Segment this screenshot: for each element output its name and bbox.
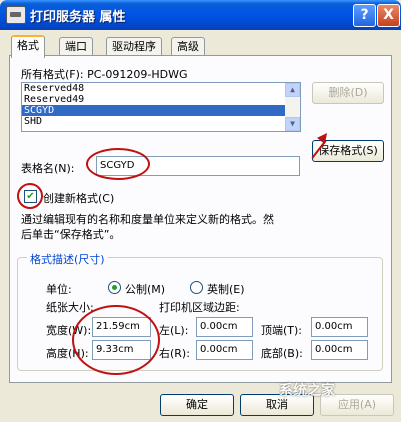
watermark-logo: 系统之家	[279, 383, 335, 399]
metric-label: 公制(M)	[125, 283, 166, 296]
english-radio[interactable]	[190, 281, 203, 294]
top-input[interactable]: 0.00cm	[311, 317, 368, 337]
tab-drivers[interactable]: 驱动程序	[106, 37, 162, 56]
left-label: 左(L):	[159, 324, 189, 337]
metric-radio[interactable]	[108, 281, 121, 294]
window-title: 打印服务器 属性	[30, 10, 126, 25]
description-line-1: 通过编辑现有的名称和度量单位来定义新的格式。然	[21, 213, 274, 226]
list-item[interactable]: Reserved48	[22, 83, 300, 94]
list-scrollbar[interactable]: ▲ ▼	[285, 83, 300, 131]
ok-button[interactable]: 确定	[160, 394, 234, 416]
bottom-label: 底部(B):	[261, 347, 303, 360]
annotation-circle-checkbox	[17, 183, 43, 209]
group-label: 格式描述(尺寸)	[27, 251, 108, 267]
annotation-circle-size	[72, 305, 160, 375]
top-label: 顶端(T):	[261, 324, 303, 337]
form-name-label: 表格名(N):	[21, 162, 75, 175]
right-input[interactable]: 0.00cm	[196, 340, 253, 360]
tab-advanced[interactable]: 高级	[171, 37, 205, 56]
list-item-selected[interactable]: SCGYD	[22, 105, 300, 116]
description-line-2: 后单击“保存格式”。	[21, 228, 121, 241]
title-bar: 打印服务器 属性 ? X	[0, 0, 401, 30]
formats-list-label: 所有格式(F): PC-091209-HDWG	[21, 68, 188, 81]
scroll-down-icon[interactable]: ▼	[285, 117, 300, 131]
unit-label: 单位:	[46, 283, 72, 296]
delete-button[interactable]: 删除(D)	[312, 82, 384, 104]
printer-margin-label: 打印机区域边距:	[159, 301, 240, 314]
tab-ports[interactable]: 端口	[59, 37, 93, 56]
left-input[interactable]: 0.00cm	[196, 317, 253, 337]
tab-formats[interactable]: 格式	[11, 35, 45, 58]
list-item[interactable]: Reserved49	[22, 94, 300, 105]
bottom-input[interactable]: 0.00cm	[311, 340, 368, 360]
create-new-label: 创建新格式(C)	[43, 192, 115, 205]
annotation-circle-name	[86, 148, 150, 180]
right-label: 右(R):	[159, 347, 190, 360]
formats-list[interactable]: Reserved48 Reserved49 SCGYD SHD ▲ ▼	[21, 82, 301, 132]
english-label: 英制(E)	[207, 283, 245, 296]
scroll-up-icon[interactable]: ▲	[285, 83, 300, 97]
list-item[interactable]: SHD	[22, 116, 300, 127]
help-button[interactable]: ?	[353, 4, 376, 27]
close-button[interactable]: X	[377, 4, 400, 27]
printer-icon	[6, 6, 26, 24]
